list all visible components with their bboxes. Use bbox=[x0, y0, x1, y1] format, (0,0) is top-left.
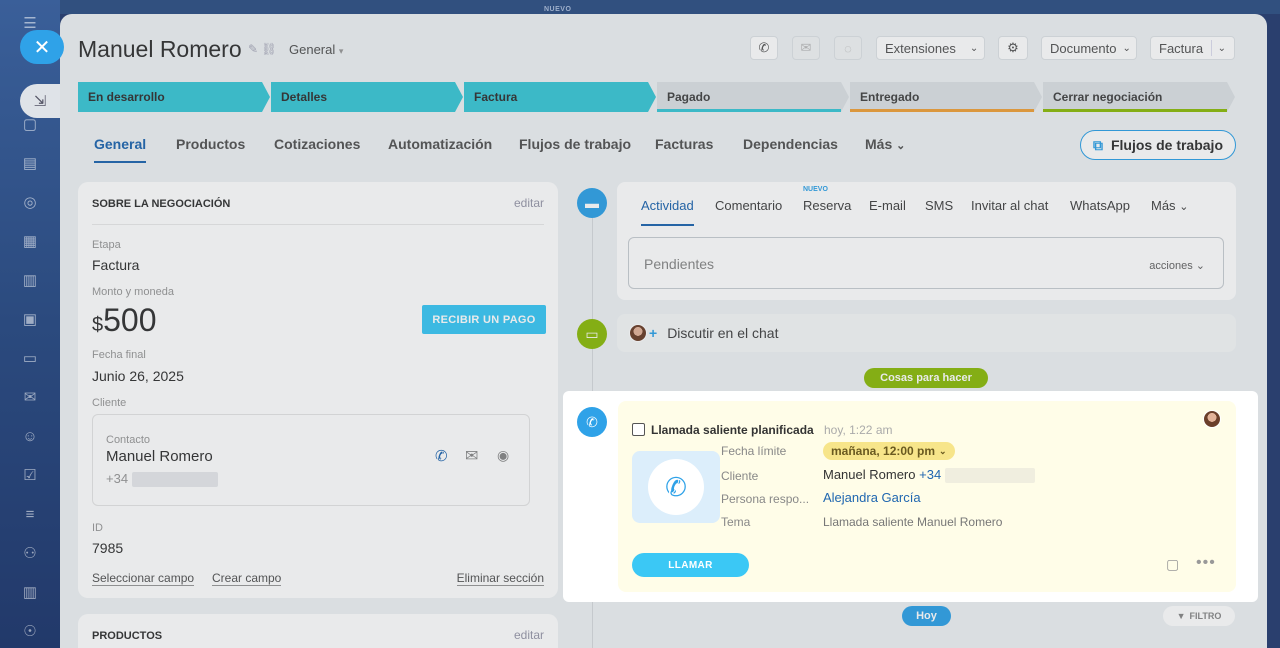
redacted-phone bbox=[944, 468, 1035, 484]
client-label: Cliente bbox=[721, 469, 759, 483]
activity-title: Llamada saliente planificada bbox=[651, 423, 814, 437]
close-slider-button[interactable]: ✕ bbox=[20, 30, 64, 64]
mail-icon[interactable]: ✉ bbox=[19, 386, 41, 408]
pin-icon: ⇲ bbox=[33, 93, 47, 110]
deadline-value: mañana, 12:00 pm bbox=[831, 444, 936, 458]
note-icon[interactable]: ▢ bbox=[1166, 556, 1179, 573]
docs-icon[interactable]: ▥ bbox=[19, 269, 41, 291]
avatar[interactable] bbox=[1203, 410, 1221, 428]
subject-value: Llamada saliente Manuel Romero bbox=[823, 515, 1003, 529]
call-tile: ✆ bbox=[632, 451, 720, 523]
deadline-pill[interactable]: mañana, 12:00 pm ⌄ bbox=[823, 442, 955, 460]
highlighted-activity: ✆ Llamada saliente planificada hoy, 1:22… bbox=[563, 391, 1258, 602]
call-button[interactable]: LLAMAR bbox=[632, 553, 749, 577]
call-circle: ✆ bbox=[648, 459, 704, 515]
client-name[interactable]: Manuel Romero bbox=[823, 467, 916, 482]
activity-card: Llamada saliente planificada hoy, 1:22 a… bbox=[618, 401, 1236, 592]
analytics-icon[interactable]: ▥ bbox=[19, 581, 41, 603]
responsible-value[interactable]: Alejandra García bbox=[823, 490, 921, 505]
checklist-icon[interactable]: ☑ bbox=[19, 464, 41, 486]
outgoing-call-icon: ✆ bbox=[577, 407, 607, 437]
boards-icon[interactable]: ▣ bbox=[19, 308, 41, 330]
calendar-icon[interactable]: ▦ bbox=[19, 230, 41, 252]
filter-stack-icon[interactable]: ≡ bbox=[19, 503, 41, 525]
complete-checkbox[interactable] bbox=[632, 423, 645, 436]
subject-label: Tema bbox=[721, 515, 751, 529]
more-options-icon[interactable]: ••• bbox=[1196, 554, 1216, 572]
client-value: Manuel Romero +34 bbox=[823, 467, 1035, 484]
topbar-new-badge: NUEVO bbox=[544, 6, 572, 13]
support-icon[interactable]: ☉ bbox=[19, 620, 41, 642]
bot-icon[interactable]: ⚇ bbox=[19, 542, 41, 564]
crm-icon[interactable]: ▭ bbox=[19, 347, 41, 369]
client-phone[interactable]: +34 bbox=[919, 467, 941, 482]
top-bar: NUEVO bbox=[60, 0, 1280, 14]
responsible-label: Persona respo... bbox=[721, 492, 810, 506]
activity-time: hoy, 1:22 am bbox=[824, 423, 893, 437]
outgoing-call-icon: ✆ bbox=[665, 471, 687, 502]
feed-icon[interactable]: ▤ bbox=[19, 152, 41, 174]
contacts-icon[interactable]: ☺ bbox=[19, 425, 41, 447]
tasks-icon[interactable]: ◎ bbox=[19, 191, 41, 213]
chevron-down-icon: ⌄ bbox=[939, 445, 947, 456]
deadline-label: Fecha límite bbox=[721, 444, 787, 458]
pin-slider-button[interactable]: ⇲ bbox=[20, 84, 60, 118]
close-icon: ✕ bbox=[33, 36, 51, 59]
